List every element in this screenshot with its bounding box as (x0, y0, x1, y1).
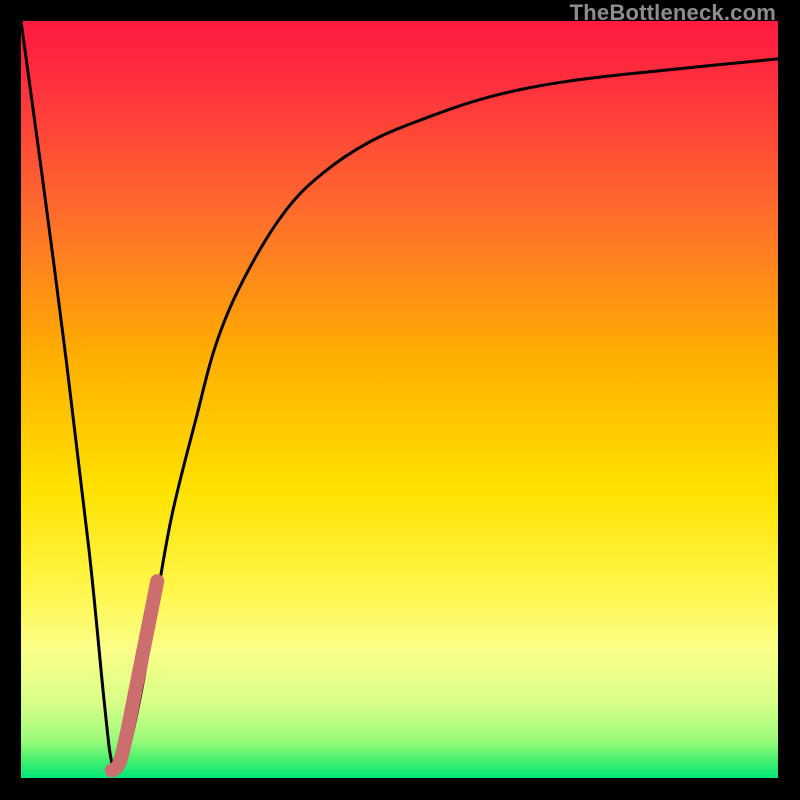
watermark-text: TheBottleneck.com (570, 0, 776, 26)
plot-area (21, 21, 778, 778)
highlight-segment (112, 581, 157, 770)
curve-layer (21, 21, 778, 778)
chart-frame: TheBottleneck.com (0, 0, 800, 800)
